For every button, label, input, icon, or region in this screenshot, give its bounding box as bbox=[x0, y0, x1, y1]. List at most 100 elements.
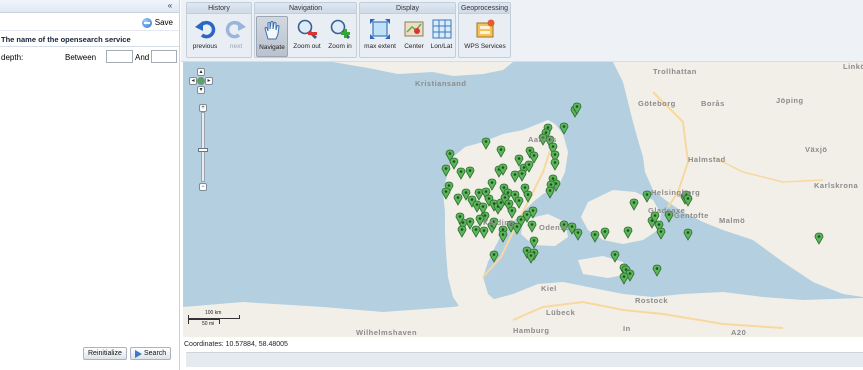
service-title: The name of the opensearch service bbox=[1, 35, 131, 44]
pan-up-button[interactable]: ▴ bbox=[197, 68, 205, 76]
lonlat-button[interactable]: Lon/Lat bbox=[428, 16, 455, 57]
collapse-panel-button[interactable]: « bbox=[165, 1, 175, 11]
marker-dot bbox=[515, 225, 519, 228]
previous-button[interactable]: previous bbox=[189, 16, 221, 57]
feature-marker[interactable] bbox=[656, 227, 666, 240]
zoom-out-small-button[interactable]: − bbox=[199, 183, 207, 191]
next-button[interactable]: next bbox=[221, 16, 251, 57]
marker-dot bbox=[570, 225, 574, 228]
title-divider bbox=[0, 46, 179, 47]
navigate-button[interactable]: Navigate bbox=[256, 16, 288, 57]
zoom-out-button[interactable]: Zoom out bbox=[290, 16, 324, 57]
marker-dot bbox=[507, 202, 511, 205]
marker-dot bbox=[548, 189, 552, 192]
marker-dot bbox=[526, 193, 530, 196]
marker-dot bbox=[447, 184, 451, 187]
search-label: Search bbox=[144, 350, 167, 357]
marker-dot bbox=[513, 193, 517, 196]
pan-down-button[interactable]: ▾ bbox=[197, 86, 205, 94]
navigate-label: Navigate bbox=[259, 44, 285, 51]
search-button[interactable]: Search bbox=[130, 347, 172, 360]
marker-dot bbox=[551, 145, 555, 148]
geoprocessing-group-title: Geoprocessing bbox=[459, 3, 510, 14]
navigation-group: Navigation Navigate Zoom out Zoom in bbox=[254, 2, 357, 58]
pan-left-button[interactable]: ◂ bbox=[189, 77, 197, 85]
lonlat-label: Lon/Lat bbox=[430, 43, 453, 50]
marker-dot bbox=[593, 233, 597, 236]
between-label: Between bbox=[65, 53, 97, 62]
wps-services-icon bbox=[476, 19, 495, 38]
save-icon bbox=[141, 17, 152, 28]
place-label: Hamburg bbox=[513, 326, 550, 335]
marker-dot bbox=[499, 148, 503, 151]
feature-marker[interactable] bbox=[573, 228, 583, 241]
display-group: Display max extent Center Lon/Lat bbox=[359, 2, 456, 58]
wps-services-label: WPS Services bbox=[464, 43, 506, 50]
marker-dot bbox=[506, 191, 510, 194]
marker-dot bbox=[525, 249, 529, 252]
zoom-bar[interactable] bbox=[201, 112, 205, 182]
marker-dot bbox=[490, 181, 494, 184]
map-viewport[interactable]: Kristiansand Trollhattan Linkö Göteborg Borå… bbox=[183, 62, 863, 337]
feature-marker[interactable] bbox=[590, 230, 600, 243]
marker-dot bbox=[478, 217, 482, 220]
marker-dot bbox=[510, 209, 514, 212]
feature-marker[interactable] bbox=[529, 236, 539, 249]
marker-dot bbox=[632, 201, 636, 204]
place-label: Trollhattan bbox=[653, 67, 697, 76]
save-row: Save bbox=[0, 14, 179, 31]
center-button[interactable]: Center bbox=[401, 16, 427, 57]
marker-dot bbox=[553, 153, 557, 156]
marker-dot bbox=[474, 228, 478, 231]
feature-marker[interactable] bbox=[652, 264, 662, 277]
display-group-title: Display bbox=[360, 3, 455, 14]
marker-dot bbox=[464, 191, 468, 194]
marker-dot bbox=[575, 105, 579, 108]
zoom-in-small-button[interactable]: + bbox=[199, 104, 207, 112]
marker-dot bbox=[477, 191, 481, 194]
marker-dot bbox=[492, 253, 496, 256]
marker-dot bbox=[501, 228, 505, 231]
save-button[interactable]: Save bbox=[141, 16, 173, 29]
scale-bar: 100 km 50 mi bbox=[188, 310, 242, 330]
reinitialize-label: Reinitialize bbox=[88, 350, 122, 357]
map-toolbar: History previous next Navigation Navigat… bbox=[181, 0, 863, 62]
marker-dot bbox=[657, 223, 661, 226]
feature-marker[interactable] bbox=[619, 272, 629, 285]
basemap bbox=[183, 62, 863, 337]
pan-right-button[interactable]: ▸ bbox=[205, 77, 213, 85]
feature-marker[interactable] bbox=[545, 186, 555, 199]
marker-dot bbox=[532, 239, 536, 242]
marker-dot bbox=[624, 268, 628, 271]
marker-dot bbox=[530, 223, 534, 226]
marker-dot bbox=[522, 166, 526, 169]
zoom-slider-handle[interactable] bbox=[198, 148, 208, 152]
max-extent-button[interactable]: max extent bbox=[361, 16, 399, 57]
marker-dot bbox=[686, 197, 690, 200]
max-extent-icon bbox=[370, 19, 390, 39]
place-label: Kristiansand bbox=[415, 79, 467, 88]
place-label: Halmstad bbox=[688, 155, 726, 164]
depth-max-input[interactable] bbox=[151, 50, 177, 63]
save-label: Save bbox=[154, 18, 173, 27]
place-label: Kolding bbox=[483, 218, 515, 227]
depth-min-input[interactable] bbox=[106, 50, 133, 63]
zoom-in-button[interactable]: Zoom in bbox=[324, 16, 356, 57]
zoom-out-label: Zoom out bbox=[293, 43, 321, 50]
place-label: Göteborg bbox=[638, 99, 676, 108]
wps-services-button[interactable]: WPS Services bbox=[461, 16, 509, 57]
marker-dot bbox=[531, 209, 535, 212]
scale-km-label: 100 km bbox=[205, 310, 222, 316]
feature-marker[interactable] bbox=[526, 251, 536, 264]
marker-dot bbox=[523, 186, 527, 189]
coordinates-readout: Coordinates: 10.57884, 58.48005 bbox=[184, 341, 288, 348]
marker-dot bbox=[520, 172, 524, 175]
marker-dot bbox=[549, 183, 553, 186]
feature-marker[interactable] bbox=[683, 228, 693, 241]
marker-dot bbox=[448, 152, 452, 155]
max-extent-label: max extent bbox=[364, 43, 396, 50]
pan-center-button[interactable] bbox=[197, 77, 205, 85]
history-group-title: History bbox=[187, 3, 251, 14]
reinitialize-button[interactable]: Reinitialize bbox=[83, 347, 127, 360]
feature-marker[interactable] bbox=[498, 230, 508, 243]
